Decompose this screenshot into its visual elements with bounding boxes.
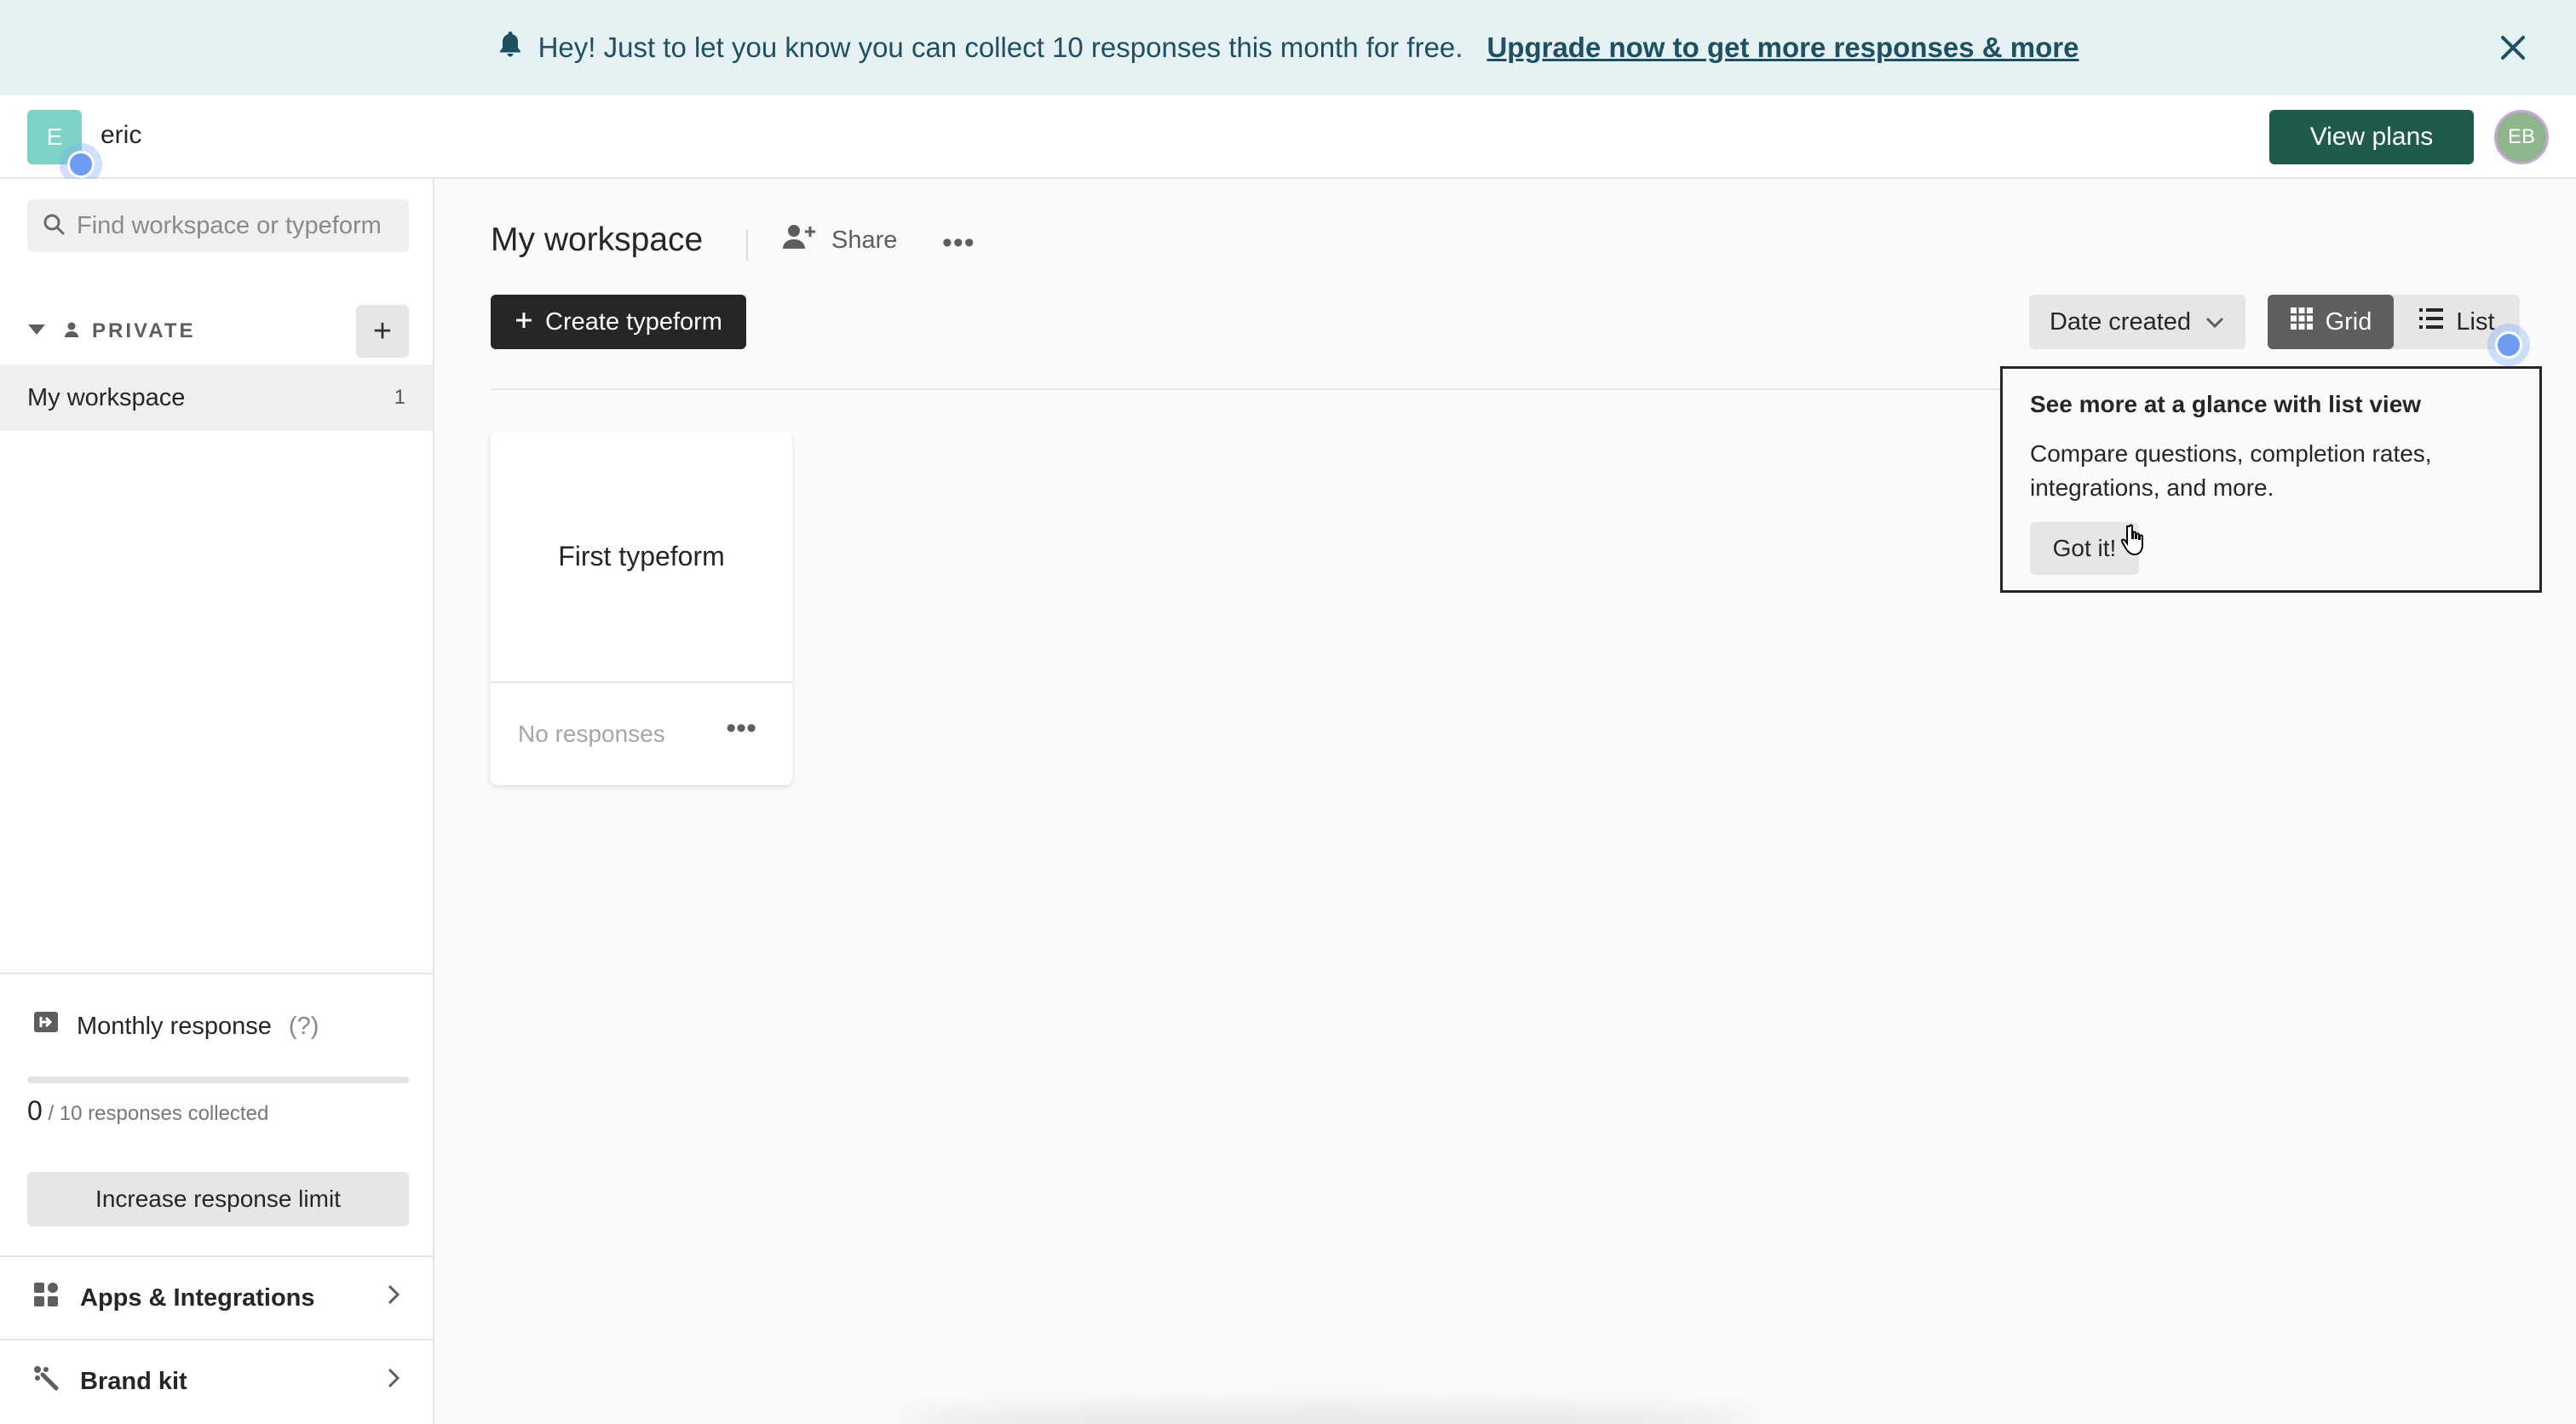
search-box[interactable] [27,199,409,252]
sidebar: PRIVATE + My workspace 1 Monthly respons… [0,179,434,1424]
increase-response-limit-button[interactable]: Increase response limit [27,1172,409,1226]
monthly-response-help[interactable]: (?) [289,1013,319,1041]
view-toggle: Grid List [2268,295,2520,349]
list-view-label: List [2456,307,2495,336]
sidebar-item-apps-integrations[interactable]: Apps & Integrations [0,1255,433,1339]
announcement-banner: Hey! Just to let you know you can collec… [0,0,2576,95]
banner-content: Hey! Just to let you know you can collec… [497,30,2079,66]
sidebar-item-label: My workspace [27,383,186,411]
person-icon [63,321,80,342]
monthly-response-label: Monthly response [77,1012,272,1040]
page-title: My workspace [491,221,704,258]
create-typeform-label: Create typeform [545,307,722,336]
chevron-right-icon [387,1367,400,1396]
share-button[interactable]: Share [782,223,897,257]
list-icon [2418,307,2444,336]
typeform-card-title: First typeform [491,431,792,683]
sidebar-item-my-workspace[interactable]: My workspace 1 [0,365,433,431]
sort-label: Date created [2049,307,2192,336]
list-view-tooltip: See more at a glance with list view Comp… [2000,366,2542,593]
account-name[interactable]: eric [101,121,141,150]
caret-down-icon[interactable] [27,323,46,341]
top-bar: E eric View plans EB [0,95,2576,186]
sidebar-item-count: 1 [394,386,405,409]
apps-icon [32,1281,60,1315]
chevron-down-icon [2205,308,2225,336]
user-avatar[interactable]: EB [2494,110,2549,164]
typeform-card[interactable]: First typeform No responses ••• [491,431,792,785]
brand-kit-icon [32,1364,60,1398]
search-icon [43,213,65,239]
monthly-response-header: Monthly response (?) [32,1010,319,1042]
typeform-card-status: No responses [518,721,665,747]
card-more-options-icon[interactable]: ••• [726,712,756,745]
search-input[interactable] [77,211,400,240]
responses-collected-count: 0 [27,1095,43,1126]
plus-icon [515,308,533,336]
usage-panel: Monthly response (?) 0 / 10 responses co… [0,973,433,1395]
sidebar-link-label: Apps & Integrations [80,1283,315,1312]
create-typeform-button[interactable]: Create typeform [491,295,746,349]
more-options-icon[interactable]: ••• [942,227,975,260]
grid-icon [2290,307,2314,337]
sidebar-item-brand-kit[interactable]: Brand kit [0,1339,433,1422]
responses-collected: 0 / 10 responses collected [27,1095,268,1127]
close-icon[interactable] [2496,31,2530,65]
banner-message: Hey! Just to let you know you can collec… [538,32,1463,63]
response-meter-icon [32,1010,60,1042]
sort-dropdown[interactable]: Date created [2029,295,2245,349]
add-person-icon [782,223,816,257]
responses-collected-suffix: / 10 responses collected [48,1102,269,1125]
tooltip-title: See more at a glance with list view [2030,391,2422,417]
bell-icon [497,30,523,66]
title-divider [746,230,748,261]
private-section-header[interactable]: PRIVATE + [27,305,409,358]
bottom-shadow [903,1405,1755,1424]
hand-cursor-icon [2120,523,2150,561]
share-label: Share [831,226,898,254]
grid-view-label: Grid [2325,307,2372,336]
tooltip-body: Compare questions, completion rates, int… [2030,440,2432,501]
response-progress-bar [27,1077,409,1083]
hotspot-indicator [2487,324,2530,366]
chevron-right-icon [387,1283,400,1312]
grid-view-button[interactable]: Grid [2268,295,2394,349]
sidebar-link-label: Brand kit [80,1367,187,1395]
add-workspace-button[interactable]: + [356,305,409,358]
view-plans-button[interactable]: View plans [2269,110,2474,164]
main-content: My workspace Share ••• Create typeform D… [434,179,2576,1424]
upgrade-link[interactable]: Upgrade now to get more responses & more [1486,32,2079,64]
private-label: PRIVATE [92,319,196,342]
